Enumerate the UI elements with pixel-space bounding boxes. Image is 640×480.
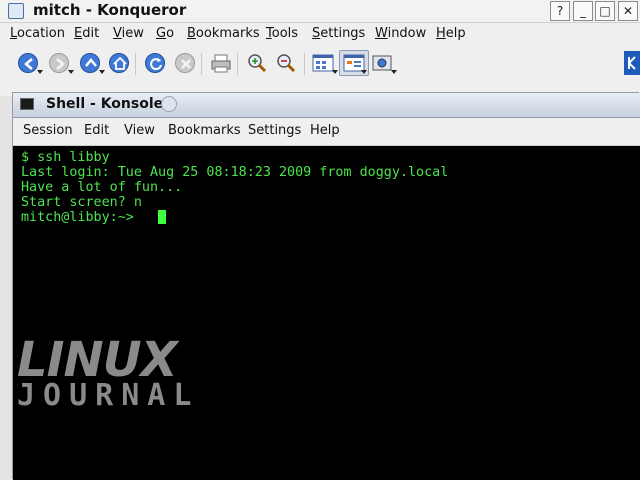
icon-view-icon[interactable]	[312, 53, 334, 73]
toolbar-separator	[135, 53, 136, 75]
linux-journal-watermark-journal: JOURNAL	[17, 378, 200, 413]
menu-view[interactable]: View	[113, 26, 144, 41]
detail-view-dropdown-icon[interactable]	[361, 70, 367, 74]
screenshot-dropdown-icon[interactable]	[391, 70, 397, 74]
konsole-menu-settings[interactable]: Settings	[248, 123, 301, 138]
menu-help[interactable]: Help	[436, 26, 466, 41]
konsole-window-title: Shell - Konsole	[46, 96, 164, 112]
menu-tools[interactable]: Tools	[266, 26, 298, 41]
terminal-line: Have a lot of fun...	[21, 180, 183, 195]
terminal-line: Start screen? n	[21, 195, 142, 210]
konqueror-app-icon[interactable]	[8, 3, 24, 19]
konsole-titlebar-decoration-icon	[161, 96, 177, 112]
konqueror-titlebar[interactable]: mitch - Konqueror ? _ □ ✕	[0, 0, 640, 23]
terminal-area[interactable]: $ ssh libby Last login: Tue Aug 25 08:18…	[17, 148, 640, 480]
kde-icon[interactable]	[624, 51, 640, 75]
up-icon[interactable]	[80, 53, 100, 73]
reload-icon[interactable]	[145, 53, 165, 73]
toolbar-separator	[304, 53, 305, 75]
konqueror-toolbar	[0, 45, 640, 83]
up-dropdown-icon[interactable]	[99, 70, 105, 74]
back-history-dropdown-icon[interactable]	[37, 70, 43, 74]
menu-bookmarks[interactable]: Bookmarks	[187, 26, 260, 41]
menu-go[interactable]: Go	[156, 26, 174, 41]
konsole-titlebar[interactable]: Shell - Konsole	[13, 93, 640, 118]
terminal-cursor	[158, 210, 166, 224]
konsole-menu-edit[interactable]: Edit	[84, 123, 109, 138]
home-icon[interactable]	[109, 53, 129, 73]
zoom-out-icon[interactable]	[275, 53, 297, 73]
print-icon[interactable]	[210, 53, 232, 73]
toolbar-separator	[237, 53, 238, 75]
minimize-window-button[interactable]: _	[573, 1, 593, 21]
menu-settings[interactable]: Settings	[312, 26, 365, 41]
close-window-button[interactable]: ✕	[618, 1, 638, 21]
menu-edit[interactable]: Edit	[74, 26, 99, 41]
zoom-in-icon[interactable]	[246, 53, 268, 73]
screenshot-icon[interactable]	[371, 53, 393, 73]
konsole-menu-bookmarks[interactable]: Bookmarks	[168, 123, 241, 138]
terminal-prompt: mitch@libby:~>	[21, 210, 134, 225]
konqueror-window-title: mitch - Konqueror	[33, 1, 187, 19]
konsole-menubar: Session Edit View Bookmarks Settings Hel…	[13, 118, 640, 146]
konsole-menu-help[interactable]: Help	[310, 123, 340, 138]
menu-location[interactable]: Location	[10, 26, 65, 41]
forward-icon[interactable]	[49, 53, 69, 73]
toolbar-separator	[201, 53, 202, 75]
terminal-app-icon[interactable]	[20, 98, 34, 110]
back-icon[interactable]	[18, 53, 38, 73]
terminal-line: Last login: Tue Aug 25 08:18:23 2009 fro…	[21, 165, 449, 180]
terminal-line: $ ssh libby	[21, 150, 110, 165]
forward-history-dropdown-icon[interactable]	[68, 70, 74, 74]
konsole-window: Shell - Konsole Session Edit View Bookma…	[13, 93, 640, 480]
konsole-menu-view[interactable]: View	[124, 123, 155, 138]
konqueror-menubar: Location Edit View Go Bookmarks Tools Se…	[0, 23, 640, 45]
konsole-menu-session[interactable]: Session	[23, 123, 73, 138]
stop-icon[interactable]	[175, 53, 195, 73]
menu-window[interactable]: Window	[375, 26, 426, 41]
maximize-window-button[interactable]: □	[595, 1, 615, 21]
help-window-button[interactable]: ?	[550, 1, 570, 21]
icon-view-dropdown-icon[interactable]	[332, 70, 338, 74]
